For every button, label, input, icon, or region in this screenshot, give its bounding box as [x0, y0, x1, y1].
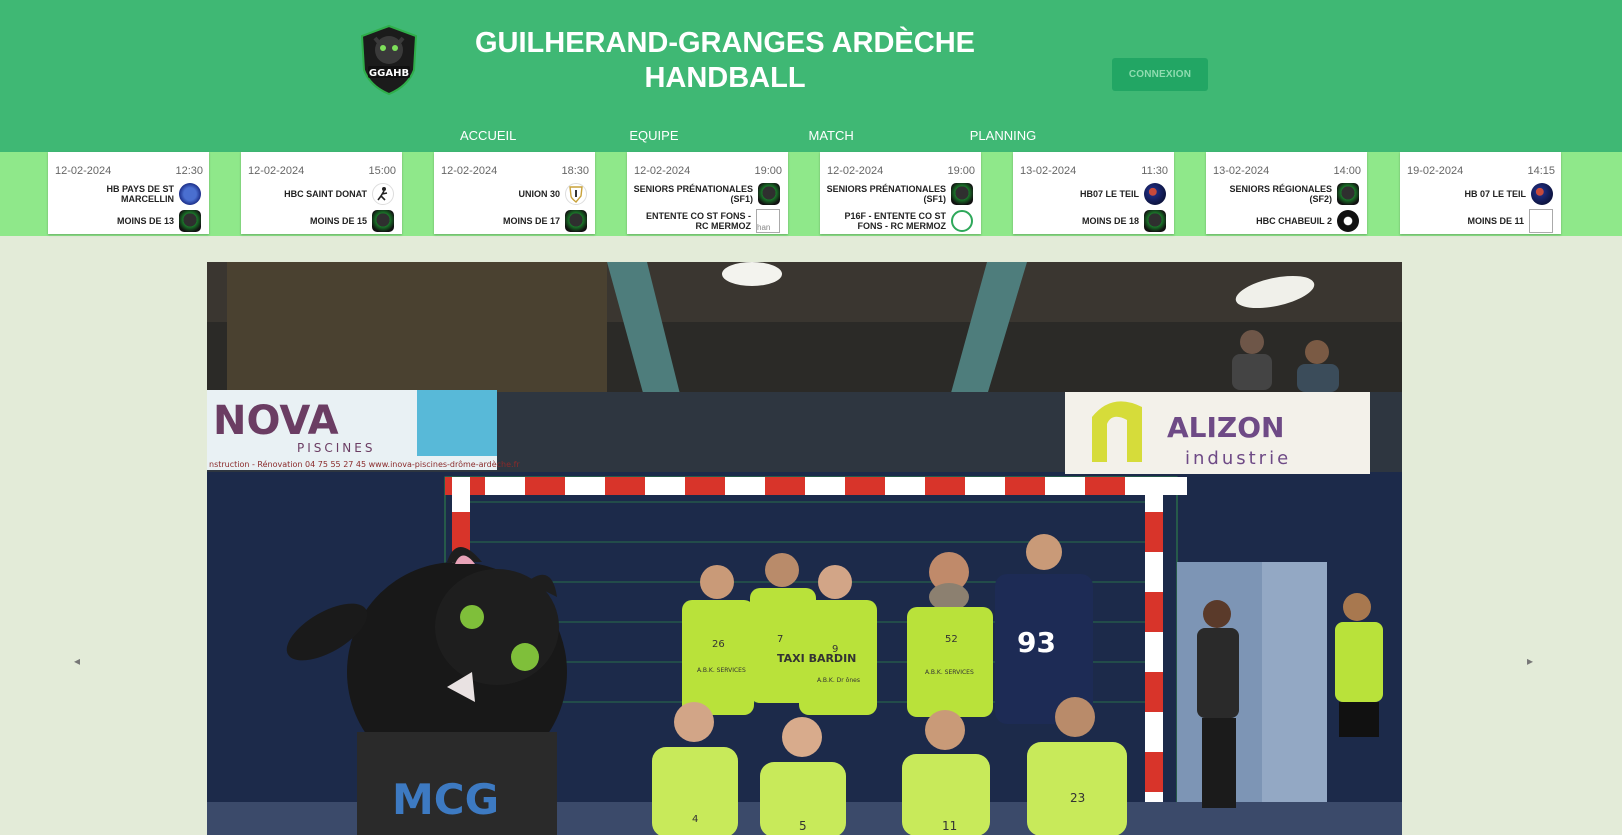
match-card[interactable]: 12-02-2024 19:00 SENIORS PRÉNATIONALES (S…	[820, 152, 981, 234]
match-date: 13-02-2024	[1020, 165, 1077, 177]
club-logo[interactable]: GGAHB	[358, 24, 420, 96]
navy-club-icon	[1144, 183, 1166, 205]
site-header: GGAHB GUILHERAND-GRANGES ARDÈCHE HANDBAL…	[0, 0, 1622, 152]
jersey-number: 11	[942, 819, 957, 833]
nav-item-planning[interactable]: PLANNING	[970, 128, 1036, 143]
home-team: SENIORS PRÉNATIONALES (SF1)	[826, 184, 946, 204]
blue-club-icon	[179, 183, 201, 205]
jersey-number: 7	[777, 634, 783, 645]
ggahb-icon	[951, 183, 973, 205]
away-team: HBC CHABEUIL 2	[1256, 216, 1332, 226]
banner-nova-sub: PISCINES	[297, 441, 376, 455]
match-card[interactable]: 13-02-2024 11:30 HB07 LE TEIL MOINS DE 18	[1013, 152, 1174, 234]
broken-image-alt: han	[757, 223, 771, 232]
nav-item-match[interactable]: MATCH	[808, 128, 853, 143]
sponsor-text: TAXI BARDIN	[777, 652, 856, 665]
banner-alizon: ALIZON	[1167, 411, 1284, 444]
logo-text: GGAHB	[369, 68, 409, 79]
away-team: MOINS DE 15	[309, 216, 367, 226]
match-time: 14:15	[1527, 165, 1555, 177]
green-ring-icon	[951, 210, 973, 232]
nav-item-equipe[interactable]: EQUIPE	[629, 128, 678, 143]
away-team: MOINS DE 17	[502, 216, 560, 226]
upcoming-matches-strip: 12-02-2024 12:30 HB PAYS DE ST MARCELLIN …	[0, 152, 1622, 236]
mascot-shirt-text: MCG	[392, 775, 499, 824]
ggahb-icon	[565, 210, 587, 232]
match-date: 12-02-2024	[248, 165, 305, 177]
match-time: 15:00	[368, 165, 396, 177]
match-card[interactable]: 12-02-2024 12:30 HB PAYS DE ST MARCELLIN …	[48, 152, 209, 234]
ggahb-icon	[758, 183, 780, 205]
sponsor-text: A.B.K. SERVICES	[697, 667, 746, 674]
black-club-icon	[1337, 210, 1359, 232]
home-team: HB PAYS DE ST MARCELLIN	[106, 184, 174, 204]
away-team: P16F - ENTENTE CO ST FONS - RC MERMOZ	[844, 211, 946, 231]
hero-team-photo: NOVA PISCINES nstruction - Rénovation 04…	[207, 262, 1402, 835]
home-team: HB07 LE TEIL	[1079, 189, 1139, 199]
match-card[interactable]: 13-02-2024 14:00 SENIORS RÉGIONALES (SF2)…	[1206, 152, 1367, 234]
navy-club-icon	[1531, 183, 1553, 205]
match-time: 19:00	[754, 165, 782, 177]
banner-nova: NOVA	[213, 398, 339, 444]
sponsor-text: A.B.K. Dr ônes	[817, 677, 860, 684]
site-title: GUILHERAND-GRANGES ARDÈCHE HANDBALL	[440, 26, 1010, 96]
carousel-prev-icon[interactable]: ◂	[74, 654, 80, 668]
match-time: 11:30	[1141, 165, 1168, 177]
match-card[interactable]: 12-02-2024 15:00 HBC SAINT DONAT MOINS DE…	[241, 152, 402, 234]
broken-image-icon	[1529, 209, 1553, 233]
ggahb-icon	[1144, 210, 1166, 232]
sponsor-text: A.B.K. SERVICES	[925, 669, 974, 676]
banner-nova-contact: nstruction - Rénovation 04 75 55 27 45 w…	[209, 459, 520, 469]
nav-item-accueil[interactable]: ACCUEIL	[460, 128, 516, 143]
home-team: HB 07 LE TEIL	[1464, 189, 1526, 199]
home-team: UNION 30	[518, 189, 560, 199]
player-silhouette-icon	[372, 183, 394, 205]
away-team: MOINS DE 13	[116, 216, 174, 226]
match-time: 14:00	[1333, 165, 1361, 177]
login-button[interactable]: CONNEXION	[1112, 58, 1208, 91]
home-team: HBC SAINT DONAT	[284, 189, 367, 199]
jersey-number: 93	[1017, 626, 1056, 659]
match-time: 12:30	[175, 165, 203, 177]
match-date: 12-02-2024	[634, 165, 691, 177]
home-team: SENIORS RÉGIONALES (SF2)	[1229, 184, 1332, 204]
match-time: 18:30	[561, 165, 589, 177]
team-photo-illustration: NOVA PISCINES nstruction - Rénovation 04…	[207, 262, 1402, 835]
home-team: SENIORS PRÉNATIONALES (SF1)	[633, 184, 753, 204]
broken-image-icon: han	[756, 209, 780, 233]
jersey-number: 4	[692, 814, 698, 825]
away-team: ENTENTE CO ST FONS - RC MERMOZ	[645, 211, 751, 231]
match-card[interactable]: 12-02-2024 18:30 UNION 30 MOINS DE 17	[434, 152, 595, 234]
jersey-number: 5	[799, 819, 807, 833]
main-nav: ACCUEIL EQUIPE MATCH PLANNING	[460, 128, 1036, 143]
match-time: 19:00	[947, 165, 975, 177]
site-title-line-2: HANDBALL	[644, 62, 806, 94]
site-title-line-1: GUILHERAND-GRANGES ARDÈCHE	[475, 27, 975, 59]
ggahb-icon	[179, 210, 201, 232]
carousel-next-icon[interactable]: ▸	[1527, 654, 1533, 668]
match-card[interactable]: 12-02-2024 19:00 SENIORS PRÉNATIONALES (S…	[627, 152, 788, 234]
jersey-number: 26	[712, 639, 725, 650]
away-team: MOINS DE 18	[1081, 216, 1139, 226]
banner-alizon-sub: industrie	[1185, 448, 1291, 469]
away-team: MOINS DE 11	[1467, 216, 1524, 226]
match-date: 19-02-2024	[1407, 165, 1464, 177]
jersey-number: 52	[945, 634, 958, 645]
ggahb-icon	[372, 210, 394, 232]
match-card[interactable]: 19-02-2024 14:15 HB 07 LE TEIL MOINS DE 1…	[1400, 152, 1561, 234]
shield-trophy-icon	[565, 183, 587, 205]
match-date: 12-02-2024	[55, 165, 112, 177]
match-date: 12-02-2024	[827, 165, 884, 177]
jersey-number: 23	[1070, 791, 1085, 805]
ggahb-icon	[1337, 183, 1359, 205]
match-date: 13-02-2024	[1213, 165, 1270, 177]
match-date: 12-02-2024	[441, 165, 498, 177]
